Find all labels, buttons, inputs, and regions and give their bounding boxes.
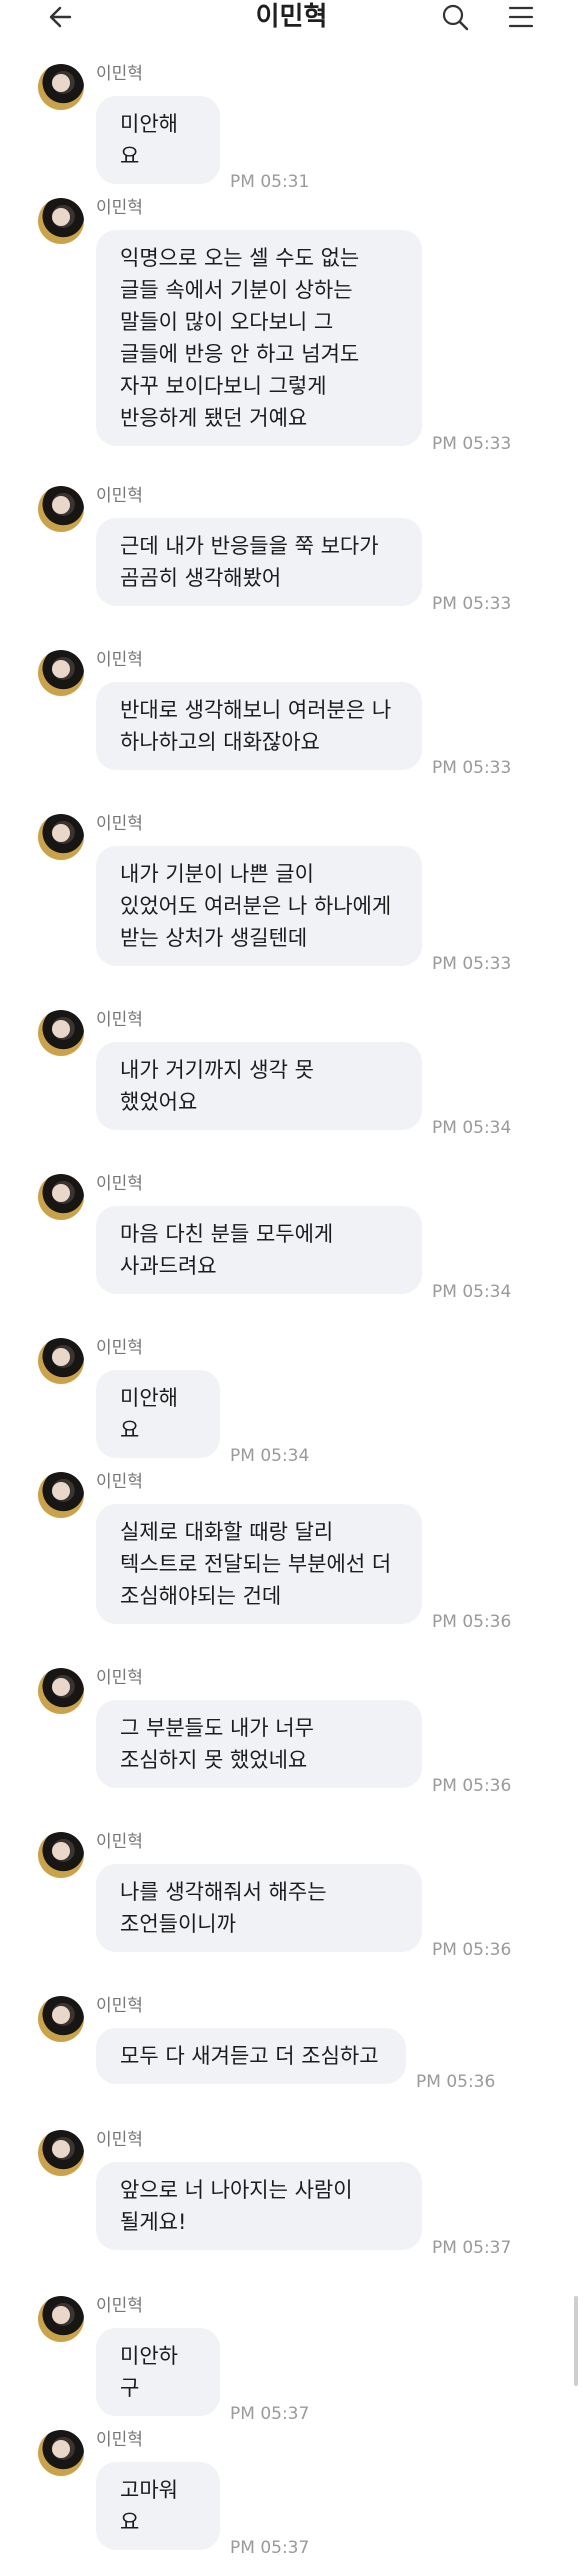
sender-name: 이민혁 [96, 1010, 143, 1030]
message-timestamp: PM 05:37 [230, 2538, 310, 2558]
message-timestamp: PM 05:33 [432, 434, 512, 454]
message-timestamp: PM 05:37 [230, 2404, 310, 2424]
message-bubble[interactable]: 실제로 대화할 때랑 달리 텍스트로 전달되는 부분에선 더 조심해야되는 건데 [96, 1504, 422, 1624]
message-timestamp: PM 05:34 [432, 1282, 512, 1302]
avatar[interactable] [38, 1174, 84, 1220]
message-timestamp: PM 05:36 [432, 1940, 512, 1960]
message-timestamp: PM 05:34 [230, 1446, 310, 1466]
message-bubble[interactable]: 익명으로 오는 셀 수도 없는 글들 속에서 기분이 상하는 말들이 많이 오다… [96, 230, 422, 446]
avatar[interactable] [38, 2430, 84, 2476]
sender-name: 이민혁 [96, 1174, 143, 1194]
message-timestamp: PM 05:36 [416, 2072, 496, 2092]
message-bubble[interactable]: 앞으로 너 나아지는 사람이 될게요! [96, 2162, 422, 2250]
sender-name: 이민혁 [96, 198, 143, 218]
message-timestamp: PM 05:31 [230, 172, 310, 192]
message-bubble[interactable]: 모두 다 새겨듣고 더 조심하고 [96, 2028, 406, 2084]
message-bubble[interactable]: 그 부분들도 내가 너무 조심하지 못 했었네요 [96, 1700, 422, 1788]
avatar[interactable] [38, 650, 84, 696]
sender-name: 이민혁 [96, 1472, 143, 1492]
avatar[interactable] [38, 64, 84, 110]
sender-name: 이민혁 [96, 64, 143, 84]
avatar[interactable] [38, 2130, 84, 2176]
message-bubble[interactable]: 나를 생각해줘서 해주는 조언들이니까 [96, 1864, 422, 1952]
message-bubble[interactable]: 근데 내가 반응들을 쭉 보다가 곰곰히 생각해봤어 [96, 518, 422, 606]
avatar[interactable] [38, 2296, 84, 2342]
message-bubble[interactable]: 내가 기분이 나쁜 글이 있었어도 여러분은 나 하나에게 받는 상처가 생길텐… [96, 846, 422, 966]
avatar[interactable] [38, 814, 84, 860]
scrollbar[interactable] [574, 2296, 578, 2386]
sender-name: 이민혁 [96, 1338, 143, 1358]
message-timestamp: PM 05:36 [432, 1776, 512, 1796]
message-timestamp: PM 05:33 [432, 954, 512, 974]
sender-name: 이민혁 [96, 486, 143, 506]
sender-name: 이민혁 [96, 2430, 143, 2450]
message-timestamp: PM 05:34 [432, 1118, 512, 1138]
avatar[interactable] [38, 198, 84, 244]
message-bubble[interactable]: 마음 다친 분들 모두에게 사과드려요 [96, 1206, 422, 1294]
search-icon[interactable] [440, 2, 470, 32]
sender-name: 이민혁 [96, 814, 143, 834]
message-bubble[interactable]: 미안해요 [96, 1370, 220, 1458]
sender-name: 이민혁 [96, 1996, 143, 2016]
chat-title: 이민혁 [255, 2, 328, 32]
avatar[interactable] [38, 486, 84, 532]
message-timestamp: PM 05:36 [432, 1612, 512, 1632]
chat-header: 이민혁 [0, 0, 583, 36]
avatar[interactable] [38, 1996, 84, 2042]
message-bubble[interactable]: 반대로 생각해보니 여러분은 나 하나하고의 대화잖아요 [96, 682, 422, 770]
avatar[interactable] [38, 1472, 84, 1518]
avatar[interactable] [38, 1832, 84, 1878]
message-bubble[interactable]: 미안해요 [96, 96, 220, 184]
sender-name: 이민혁 [96, 1668, 143, 1688]
avatar[interactable] [38, 1668, 84, 1714]
avatar[interactable] [38, 1338, 84, 1384]
message-timestamp: PM 05:33 [432, 758, 512, 778]
menu-icon[interactable] [506, 2, 536, 32]
sender-name: 이민혁 [96, 2130, 143, 2150]
sender-name: 이민혁 [96, 650, 143, 670]
message-bubble[interactable]: 고마워요 [96, 2462, 220, 2550]
message-bubble[interactable]: 내가 거기까지 생각 못 했었어요 [96, 1042, 422, 1130]
message-bubble[interactable]: 미안하구 [96, 2328, 220, 2416]
sender-name: 이민혁 [96, 2296, 143, 2316]
sender-name: 이민혁 [96, 1832, 143, 1852]
avatar[interactable] [38, 1010, 84, 1056]
message-timestamp: PM 05:33 [432, 594, 512, 614]
message-timestamp: PM 05:37 [432, 2238, 512, 2258]
